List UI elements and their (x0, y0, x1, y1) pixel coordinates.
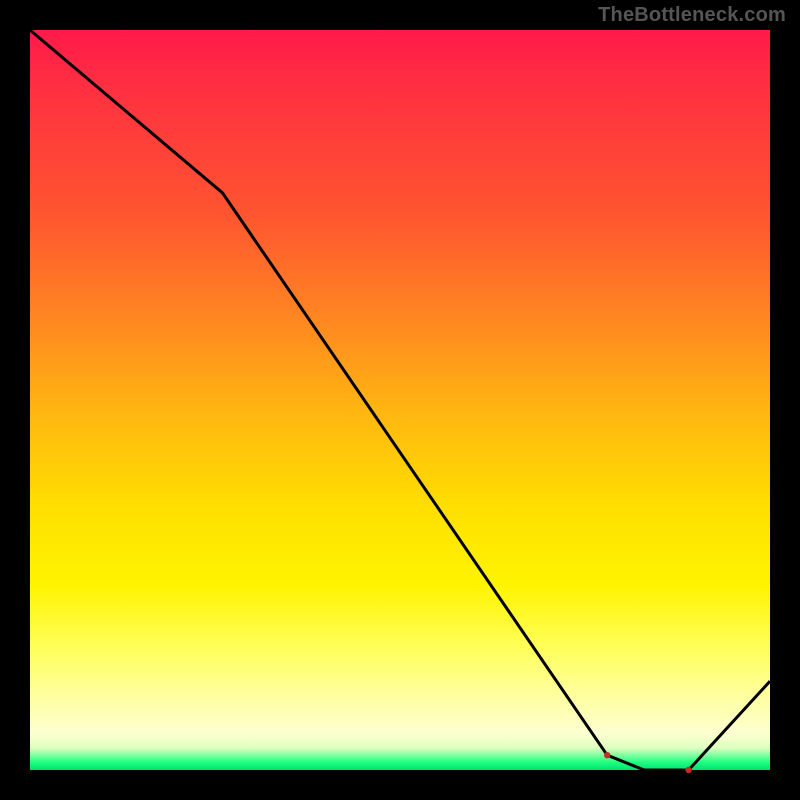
chart-svg (30, 30, 770, 770)
plot-frame (30, 30, 770, 770)
min-marker-1 (604, 752, 610, 758)
watermark-text: TheBottleneck.com (598, 4, 786, 27)
chart-root: TheBottleneck.com (0, 0, 800, 800)
bottleneck-curve-line (30, 30, 770, 770)
min-marker-2 (685, 767, 691, 773)
